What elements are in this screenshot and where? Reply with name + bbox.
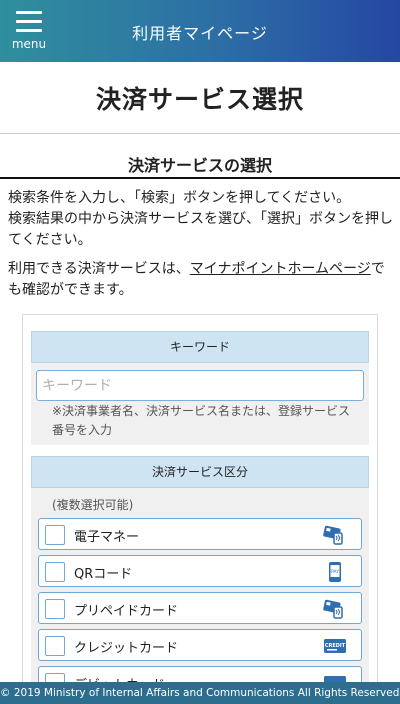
option-label: プリペイドカード [74, 604, 179, 619]
emoney-card-icon [323, 525, 343, 545]
app-header: menu 利用者マイページ [0, 0, 400, 62]
available-services-text: 利用できる決済サービスは、マイナポイントホームページでも確認ができます。 [8, 259, 394, 301]
keyword-label: キーワード [31, 331, 369, 363]
instruction-line-2: 検索結果の中から決済サービスを選び、「選択」ボタンを押してください。 [8, 211, 393, 248]
keyword-note: ※決済事業者名、決済サービス名または、登録サービス番号を入力 [52, 404, 351, 437]
checkbox[interactable] [45, 636, 65, 656]
svg-text:PAY: PAY [331, 569, 339, 575]
instructions-text: 検索条件を入力し、「検索」ボタンを押してください。 検索結果の中から決済サービス… [8, 188, 394, 251]
copyright-footer: © 2019 Ministry of Internal Affairs and … [0, 682, 400, 704]
option-qr-code[interactable]: QRコード PAY [38, 555, 362, 587]
page-title: 決済サービス選択 [95, 85, 304, 114]
divider [0, 133, 400, 134]
svg-text:CREDIT: CREDIT [325, 643, 346, 649]
section-title: 決済サービスの選択 [127, 156, 272, 175]
header-title: 利用者マイページ [132, 24, 268, 43]
option-emoney[interactable]: 電子マネー [38, 518, 362, 550]
credit-card-icon: CREDIT [324, 639, 346, 653]
option-prepaid-card[interactable]: プリペイドカード [38, 592, 362, 624]
multi-select-note: (複数選択可能) [52, 498, 134, 512]
keyword-input[interactable] [36, 370, 364, 401]
checkbox[interactable] [45, 525, 65, 545]
option-credit-card[interactable]: クレジットカード CREDIT [38, 629, 362, 661]
checkbox[interactable] [45, 599, 65, 619]
checkbox[interactable] [45, 562, 65, 582]
option-label: クレジットカード [74, 641, 179, 656]
option-label: QRコード [74, 567, 133, 582]
section-divider [0, 177, 400, 179]
prepaid-card-icon [323, 599, 343, 619]
hamburger-icon [16, 11, 42, 14]
instruction-line-1: 検索条件を入力し、「検索」ボタンを押してください。 [8, 190, 351, 206]
service-type-label: 決済サービス区分 [31, 456, 369, 488]
instruction-line-3-prefix: 利用できる決済サービスは、 [8, 261, 190, 277]
qr-phone-icon: PAY [329, 562, 341, 582]
mynapoint-homepage-link[interactable]: マイナポイントホームページ [190, 261, 371, 277]
option-label: 電子マネー [74, 530, 140, 545]
